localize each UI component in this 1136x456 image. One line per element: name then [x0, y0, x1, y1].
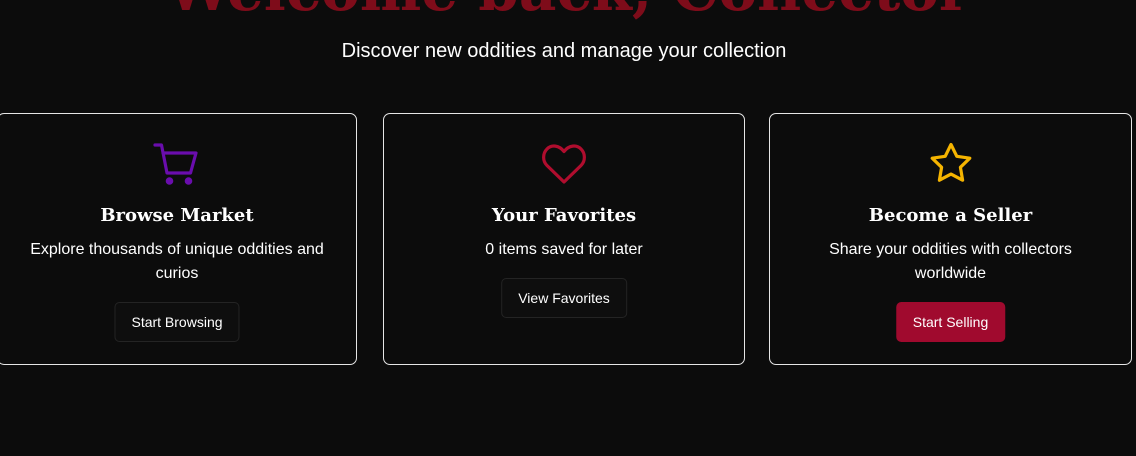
your-favorites-card: Your Favorites 0 items saved for later V…	[383, 113, 745, 365]
page-title: Welcome back, Collector	[0, 0, 1136, 22]
start-selling-button[interactable]: Start Selling	[895, 302, 1006, 342]
page-subtitle: Discover new oddities and manage your co…	[341, 40, 787, 62]
dashboard-page: Welcome back, Collector Discover new odd…	[0, 0, 1136, 456]
view-favorites-button[interactable]: View Favorites	[501, 278, 627, 318]
card-title: Browse Market	[100, 205, 254, 226]
browse-market-card: Browse Market Explore thousands of uniqu…	[0, 113, 357, 365]
heart-icon	[540, 140, 588, 188]
star-icon	[927, 140, 975, 188]
card-description: 0 items saved for later	[485, 241, 643, 258]
shopping-cart-icon	[153, 140, 201, 188]
card-description: Share your oddities with collectors worl…	[829, 241, 1072, 282]
card-description: Explore thousands of unique oddities and…	[30, 241, 324, 282]
card-title: Become a Seller	[868, 205, 1033, 226]
card-title: Your Favorites	[491, 205, 637, 226]
start-browsing-button[interactable]: Start Browsing	[114, 302, 240, 342]
become-seller-card: Become a Seller Share your oddities with…	[769, 113, 1132, 365]
